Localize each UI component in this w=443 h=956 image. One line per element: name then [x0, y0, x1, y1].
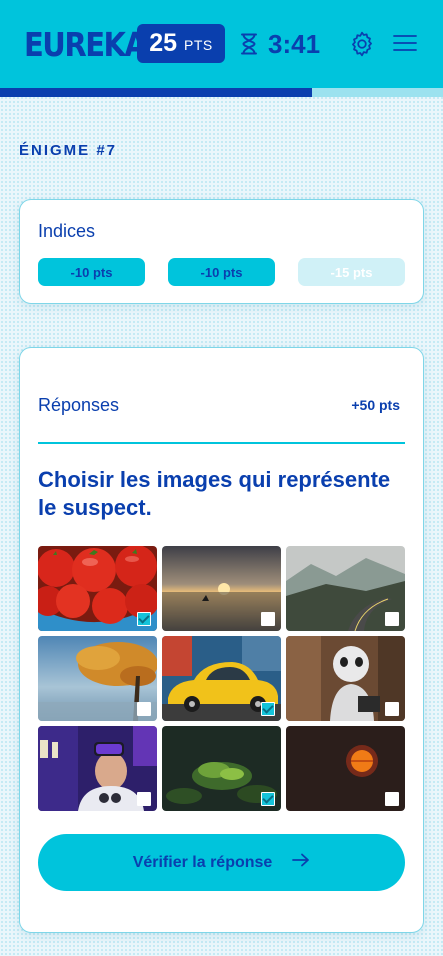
hints-card: Indices -10 pts -10 pts -15 pts — [19, 199, 424, 304]
arrow-right-icon — [292, 853, 310, 872]
image-checkbox[interactable] — [261, 612, 275, 626]
image-checkbox[interactable] — [137, 702, 151, 716]
image-tile-moss[interactable] — [162, 726, 281, 811]
hints-title: Indices — [38, 221, 96, 241]
image-checkbox[interactable] — [385, 612, 399, 626]
image-checkbox[interactable] — [137, 792, 151, 806]
image-tile-mountain-road[interactable] — [286, 546, 405, 631]
hint-button-1[interactable]: -10 pts — [38, 258, 145, 286]
hourglass-icon — [240, 33, 258, 55]
answers-title: Réponses — [38, 395, 120, 415]
question-text: Choisir les images qui représente le sus… — [38, 467, 391, 520]
image-tile-vr-person[interactable] — [38, 726, 157, 811]
image-tile-autumn-tree[interactable] — [38, 636, 157, 721]
progress-bar-fill — [0, 88, 313, 97]
image-tile-red-sun[interactable] — [286, 726, 405, 811]
image-tile-tomatoes[interactable] — [38, 546, 157, 631]
divider — [38, 442, 405, 444]
progress-bar — [0, 88, 443, 97]
hint-button-2[interactable]: -10 pts — [168, 258, 275, 286]
timer: 3:41 — [240, 27, 320, 61]
answers-points: +50 pts — [351, 397, 400, 413]
image-tile-yellow-car[interactable] — [162, 636, 281, 721]
image-tile-robot[interactable] — [286, 636, 405, 721]
verify-button-label: Vérifier la réponse — [132, 853, 273, 871]
image-checkbox[interactable] — [261, 792, 275, 806]
gear-icon[interactable] — [349, 31, 375, 57]
timer-value: 3:41 — [268, 28, 321, 59]
puzzle-title: ÉNIGME #7 — [19, 142, 118, 159]
score-value: 25 — [149, 29, 178, 57]
image-checkbox[interactable] — [385, 702, 399, 716]
app-logo[interactable]: EUREKA — [24, 26, 147, 64]
verify-answer-button[interactable]: Vérifier la réponse — [38, 834, 405, 891]
app-header: EUREKA 25 PTS 3:41 — [0, 0, 443, 88]
score-unit: PTS — [184, 37, 213, 53]
image-checkbox[interactable] — [137, 612, 151, 626]
image-checkbox[interactable] — [385, 792, 399, 806]
image-grid — [38, 546, 407, 811]
answers-card: Réponses +50 pts Choisir les images qui … — [19, 347, 424, 933]
image-checkbox[interactable] — [261, 702, 275, 716]
hint-button-3[interactable]: -15 pts — [298, 258, 405, 286]
image-tile-sunset-sea[interactable] — [162, 546, 281, 631]
hamburger-menu-icon[interactable] — [393, 34, 417, 52]
score-badge: 25 PTS — [137, 24, 225, 63]
